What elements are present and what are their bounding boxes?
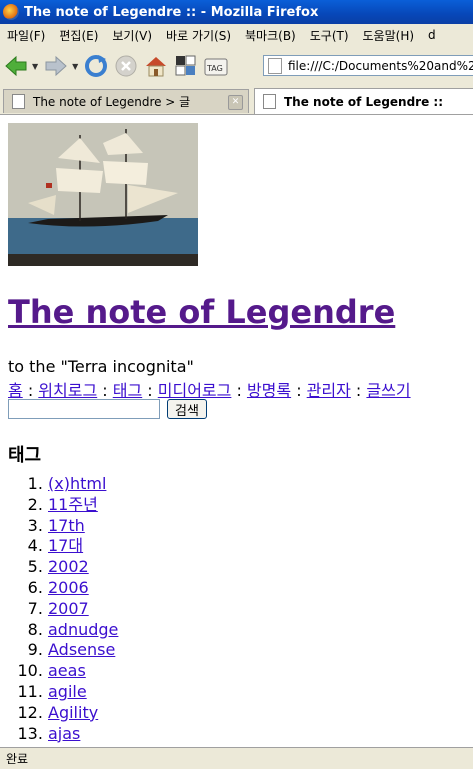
nav-location-link[interactable]: 위치로그 (38, 381, 97, 400)
menu-help[interactable]: 도움말(H) (356, 27, 422, 44)
menu-overflow[interactable]: d (421, 28, 443, 42)
back-button[interactable] (2, 52, 30, 80)
search-button[interactable]: 검색 (167, 399, 207, 419)
window-titlebar: The note of Legendre :: - Mozilla Firefo… (0, 0, 473, 24)
nav-media-link[interactable]: 미디어로그 (158, 381, 232, 400)
stop-button[interactable] (112, 52, 140, 80)
list-item: (x)html (48, 474, 118, 495)
back-dropdown-icon[interactable]: ▼ (32, 62, 38, 71)
list-item: 2007 (48, 599, 118, 620)
menu-tools[interactable]: 도구(T) (303, 27, 356, 44)
list-item: 2006 (48, 578, 118, 599)
home-icon (146, 57, 167, 77)
tab-label: The note of Legendre > 글 (33, 95, 191, 109)
blog-title-link[interactable]: The note of Legendre (8, 293, 395, 331)
tag-link[interactable]: 2002 (48, 557, 89, 576)
menu-view[interactable]: 보기(V) (105, 27, 159, 44)
tag-link[interactable]: 11주년 (48, 495, 98, 514)
search-input[interactable] (8, 399, 160, 419)
nav-separator: : (142, 381, 158, 400)
nav-admin-link[interactable]: 관리자 (307, 381, 351, 400)
tags-heading: 태그 (8, 445, 42, 466)
home-button[interactable] (142, 52, 170, 80)
tag-link[interactable]: 17th (48, 516, 85, 535)
back-icon (5, 55, 27, 77)
forward-dropdown-icon[interactable]: ▼ (72, 62, 78, 71)
page-icon (263, 94, 276, 109)
nav-separator: : (97, 381, 113, 400)
tab-label: The note of Legendre :: (284, 94, 444, 109)
nav-separator: : (350, 381, 367, 400)
address-input[interactable]: file:///C:/Documents%20and%20 (288, 59, 473, 73)
tag-link[interactable]: 2007 (48, 599, 89, 618)
tag-link[interactable]: adnudge (48, 620, 118, 639)
tag-link[interactable]: Agility (48, 703, 98, 722)
reload-button[interactable] (82, 52, 110, 80)
list-item: aeas (48, 661, 118, 682)
tab-post[interactable]: The note of Legendre > 글 ✕ (3, 89, 249, 113)
svg-text:TAG: TAG (206, 64, 223, 73)
stop-icon (115, 55, 137, 77)
grid-icon (175, 55, 196, 76)
list-item: Agility (48, 703, 118, 724)
tag-link[interactable]: (x)html (48, 474, 106, 493)
tag-button[interactable]: TAG (202, 52, 230, 80)
list-item: 17th (48, 516, 118, 537)
ship-painting-image[interactable] (8, 123, 198, 266)
reload-icon (85, 55, 108, 77)
list-item: 17대 (48, 536, 118, 557)
page-content: The note of Legendre to the "Terra incog… (0, 115, 473, 747)
menu-bookmarks[interactable]: 북마크(B) (238, 27, 303, 44)
window-title: The note of Legendre :: - Mozilla Firefo… (24, 4, 319, 20)
tab-home[interactable]: The note of Legendre :: (254, 88, 473, 114)
blog-nav: 홈 : 위치로그 : 태그 : 미디어로그 : 방명록 : 관리자 : 글쓰기 (8, 377, 411, 401)
list-item: 11주년 (48, 495, 118, 516)
list-item: adnudge (48, 620, 118, 641)
page-icon (268, 57, 282, 74)
search-form: 검색 (8, 399, 207, 419)
nav-separator: : (231, 381, 247, 400)
menu-go[interactable]: 바로 가기(S) (159, 27, 238, 44)
forward-icon (45, 55, 67, 77)
status-bar: 완료 (0, 747, 473, 769)
tag-link[interactable]: agile (48, 682, 87, 701)
close-icon[interactable]: ✕ (228, 95, 243, 110)
nav-tag-link[interactable]: 태그 (113, 381, 142, 400)
list-item: Adsense (48, 640, 118, 661)
menu-file[interactable]: 파일(F) (0, 27, 52, 44)
extension-button[interactable] (172, 52, 200, 80)
nav-home-link[interactable]: 홈 (8, 381, 23, 400)
tag-link[interactable]: 2006 (48, 578, 89, 597)
nav-guestbook-link[interactable]: 방명록 (247, 381, 291, 400)
tag-icon: TAG (204, 58, 228, 76)
list-item: agile (48, 682, 118, 703)
forward-button[interactable] (42, 52, 70, 80)
nav-separator: : (22, 381, 39, 400)
status-text: 완료 (6, 752, 29, 766)
list-item: 2002 (48, 557, 118, 578)
address-bar[interactable]: file:///C:/Documents%20and%20 (263, 55, 473, 76)
nav-separator: : (291, 381, 307, 400)
page-icon (12, 94, 25, 109)
tag-link[interactable]: aeas (48, 661, 86, 680)
tag-link[interactable]: 17대 (48, 536, 83, 555)
tab-strip: The note of Legendre > 글 ✕ The note of L… (0, 86, 473, 115)
nav-write-link[interactable]: 글쓰기 (366, 381, 410, 400)
tag-link[interactable]: ajas (48, 724, 80, 743)
list-item: ajas (48, 724, 118, 745)
blog-description: to the "Terra incognita" (8, 357, 194, 376)
tag-link[interactable]: Adsense (48, 640, 115, 659)
menu-bar: 파일(F) 편집(E) 보기(V) 바로 가기(S) 북마크(B) 도구(T) … (0, 24, 473, 46)
tag-list: (x)html 11주년 17th 17대 2002 2006 2007 adn… (8, 474, 118, 744)
menu-edit[interactable]: 편집(E) (52, 27, 105, 44)
firefox-logo-icon (3, 4, 19, 20)
